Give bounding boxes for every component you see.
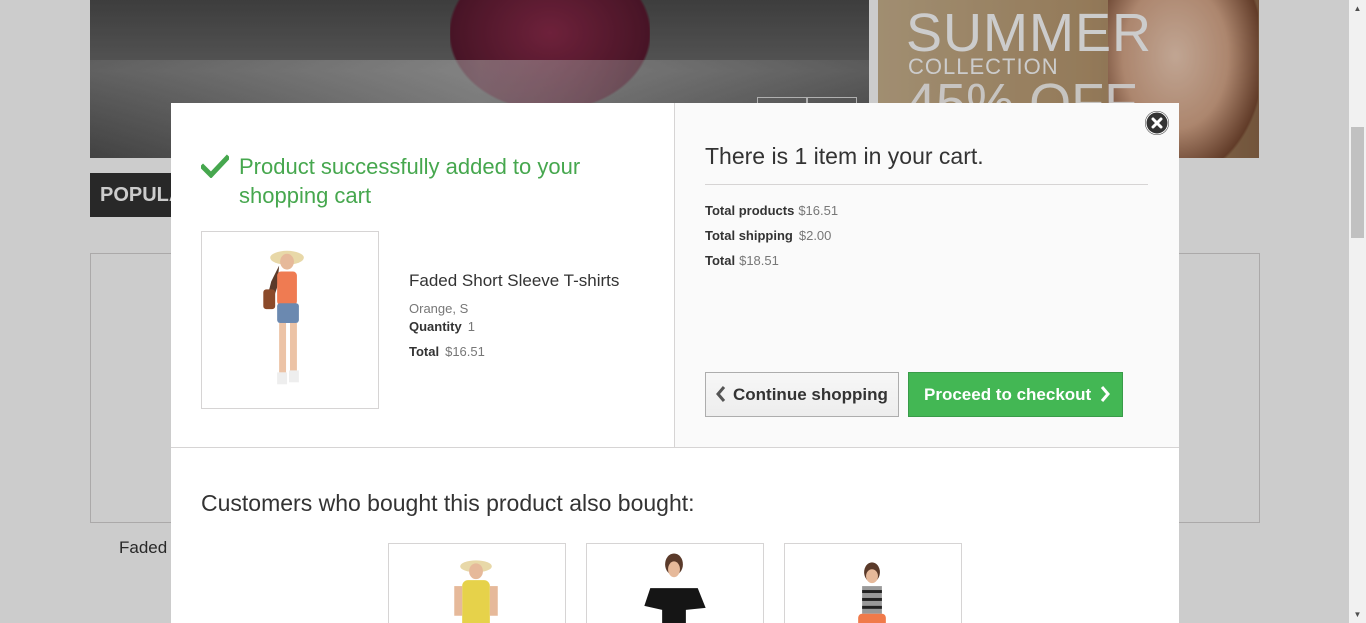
modal-product-panel: Product successfully added to your shopp… xyxy=(171,103,675,448)
cart-total: Total $18.51 xyxy=(705,253,779,268)
product-total-label: Total xyxy=(409,344,440,359)
cart-total-shipping: Total shipping $2.00 xyxy=(705,228,831,243)
product-quantity: Quantity 1 xyxy=(409,319,475,334)
continue-shopping-button[interactable]: Continue shopping xyxy=(705,372,899,417)
product-total-value: $16.51 xyxy=(445,344,485,359)
also-bought-item[interactable] xyxy=(388,543,566,623)
success-message: Product successfully added to your shopp… xyxy=(201,152,601,210)
modal-cart-panel: There is 1 item in your cart. Total prod… xyxy=(675,103,1179,448)
add-to-cart-modal: Product successfully added to your shopp… xyxy=(171,103,1179,623)
product-image xyxy=(201,231,379,409)
cart-total-shipping-label: Total shipping xyxy=(705,228,793,243)
scroll-thumb[interactable] xyxy=(1351,127,1364,238)
cart-total-label: Total xyxy=(705,253,736,268)
product-name: Faded Short Sleeve T-shirts xyxy=(409,271,620,290)
close-modal-button[interactable] xyxy=(1145,111,1169,135)
cart-total-products-label: Total products xyxy=(705,203,795,218)
also-bought-photo xyxy=(644,553,706,623)
scroll-down-arrow-icon[interactable]: ▼ xyxy=(1349,606,1366,623)
cart-title: There is 1 item in your cart. xyxy=(705,143,984,169)
checkmark-icon xyxy=(201,154,229,178)
also-bought-item[interactable] xyxy=(784,543,962,623)
chevron-right-icon xyxy=(1100,386,1110,402)
proceed-to-checkout-button[interactable]: Proceed to checkout xyxy=(908,372,1123,417)
modal-divider xyxy=(171,447,1179,448)
close-icon xyxy=(1145,111,1169,135)
product-quantity-label: Quantity xyxy=(409,319,462,334)
chevron-left-icon xyxy=(716,386,726,402)
product-photo-figure xyxy=(263,250,304,385)
continue-shopping-label: Continue shopping xyxy=(733,384,888,404)
also-bought-photo xyxy=(858,562,886,623)
product-total: Total $16.51 xyxy=(409,344,485,359)
cart-total-value: $18.51 xyxy=(739,253,779,268)
product-quantity-value: 1 xyxy=(467,319,475,334)
success-text: Product successfully added to your shopp… xyxy=(239,154,581,208)
page-scrollbar[interactable]: ▲ ▼ xyxy=(1349,0,1366,623)
scroll-up-arrow-icon[interactable]: ▲ xyxy=(1349,0,1366,17)
cart-total-shipping-value: $2.00 xyxy=(798,228,832,243)
cart-total-products-value: $16.51 xyxy=(798,203,839,218)
also-bought-photo xyxy=(454,560,498,623)
cart-divider xyxy=(705,184,1148,185)
also-bought-item[interactable] xyxy=(586,543,764,623)
proceed-to-checkout-label: Proceed to checkout xyxy=(924,384,1092,404)
product-attributes: Orange, S xyxy=(409,301,469,316)
cart-total-products: Total products $16.51 xyxy=(705,203,838,218)
also-bought-title: Customers who bought this product also b… xyxy=(201,490,695,516)
